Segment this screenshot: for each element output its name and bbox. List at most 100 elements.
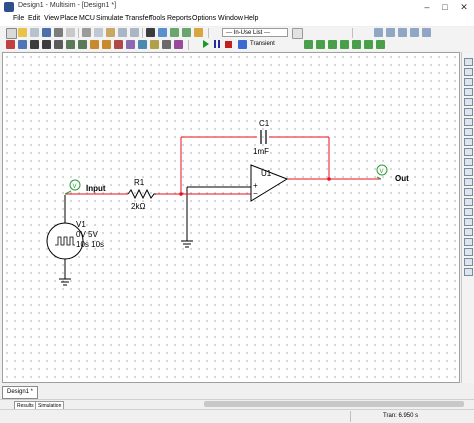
logic-analyzer-icon[interactable]	[464, 148, 473, 156]
close-icon[interactable]: ✕	[455, 1, 473, 13]
menu-window[interactable]: Window	[218, 15, 243, 22]
open-sample-icon[interactable]	[30, 28, 39, 37]
analysis-icon	[238, 40, 247, 49]
agilent-multimeter-icon[interactable]	[464, 208, 473, 216]
ni-elvis-icon[interactable]	[464, 248, 473, 256]
capacitor-c1[interactable]	[260, 130, 267, 144]
probe-power-icon[interactable]	[328, 40, 337, 49]
zoom-area-icon[interactable]	[194, 28, 203, 37]
schematic-drawing: C1 1mF R1 2kΩ U1 − + V1 0V 5V 10s 10s V …	[46, 119, 409, 286]
distortion-analyzer-icon[interactable]	[464, 168, 473, 176]
zoom-selection-icon[interactable]	[410, 28, 419, 37]
simulation-time: Tran: 6.950 s	[383, 413, 419, 419]
zoom-fit-icon[interactable]	[374, 28, 383, 37]
menu-tools[interactable]: Tools	[149, 15, 165, 22]
place-cmos-icon[interactable]	[78, 40, 87, 49]
place-indicator-icon[interactable]	[114, 40, 123, 49]
menu-place[interactable]: Place	[60, 15, 78, 22]
print-icon[interactable]	[54, 28, 63, 37]
simulation-toolbar: Transient	[0, 39, 474, 51]
wattmeter-icon[interactable]	[464, 78, 473, 86]
probe-settings-icon[interactable]	[376, 40, 385, 49]
four-channel-oscilloscope-icon[interactable]	[464, 98, 473, 106]
status-bar: Tran: 6.950 s	[0, 409, 474, 423]
tab-design1[interactable]: Design1 *	[2, 386, 39, 399]
frequency-counter-icon[interactable]	[464, 118, 473, 126]
paste-icon[interactable]	[106, 28, 115, 37]
probe-voltage-icon[interactable]	[304, 40, 313, 49]
place-mixed-icon[interactable]	[102, 40, 111, 49]
place-source-icon[interactable]	[6, 40, 15, 49]
schematic-canvas[interactable]: C1 1mF R1 2kΩ U1 − + V1 0V 5V 10s 10s V …	[2, 52, 460, 383]
capacitor-value: 1mF	[253, 147, 269, 156]
menu-transfer[interactable]: Transfer	[125, 15, 151, 22]
agilent-oscilloscope-icon[interactable]	[464, 218, 473, 226]
probe-reference-icon[interactable]	[352, 40, 361, 49]
copy-icon[interactable]	[94, 28, 103, 37]
place-diode-icon[interactable]	[30, 40, 39, 49]
network-analyzer-icon[interactable]	[464, 188, 473, 196]
agilent-generator-icon[interactable]	[464, 198, 473, 206]
probe-differential-icon[interactable]	[340, 40, 349, 49]
zoom-in-icon[interactable]	[170, 28, 179, 37]
place-transistor-icon[interactable]	[42, 40, 51, 49]
undo-icon[interactable]	[118, 28, 127, 37]
input-net-label: Input	[86, 184, 106, 193]
in-use-list-dropdown[interactable]: --- In-Use List ---	[222, 28, 288, 37]
function-generator-icon[interactable]	[464, 68, 473, 76]
logic-converter-icon[interactable]	[464, 138, 473, 146]
maximize-icon[interactable]: □	[436, 1, 454, 13]
run-icon[interactable]	[203, 40, 209, 48]
zoom-out-icon[interactable]	[182, 28, 191, 37]
place-mcu-icon[interactable]	[174, 40, 183, 49]
place-misc-icon[interactable]	[138, 40, 147, 49]
place-power-icon[interactable]	[126, 40, 135, 49]
multimeter-icon[interactable]	[464, 58, 473, 66]
open-icon[interactable]	[18, 28, 27, 37]
menu-reports[interactable]: Reports	[167, 15, 192, 22]
scrollbar-thumb[interactable]	[204, 401, 464, 407]
iv-analyzer-icon[interactable]	[464, 158, 473, 166]
parent-sheet-icon[interactable]	[158, 28, 167, 37]
place-basic-icon[interactable]	[18, 40, 27, 49]
menu-file[interactable]: File	[13, 15, 24, 22]
menu-help[interactable]: Help	[244, 15, 258, 22]
resistor-r1[interactable]	[127, 188, 156, 200]
probe-current-icon[interactable]	[316, 40, 325, 49]
analysis-selector[interactable]: Transient	[250, 41, 275, 47]
place-ttl-icon[interactable]	[66, 40, 75, 49]
labview-instrument-icon[interactable]	[464, 238, 473, 246]
probe-tool-icon[interactable]	[464, 268, 473, 276]
spectrum-analyzer-icon[interactable]	[464, 178, 473, 186]
redo-icon[interactable]	[130, 28, 139, 37]
menu-simulate[interactable]: Simulate	[96, 15, 123, 22]
new-icon[interactable]	[6, 28, 17, 39]
stop-icon[interactable]	[225, 41, 232, 48]
tektronix-oscilloscope-icon[interactable]	[464, 228, 473, 236]
menu-edit[interactable]: Edit	[28, 15, 40, 22]
cut-icon[interactable]	[82, 28, 91, 37]
save-icon[interactable]	[42, 28, 51, 37]
place-analog-icon[interactable]	[54, 40, 63, 49]
bode-plotter-icon[interactable]	[464, 108, 473, 116]
current-clamp-icon[interactable]	[464, 258, 473, 266]
zoom-in-view-icon[interactable]	[386, 28, 395, 37]
pause-icon[interactable]	[214, 40, 216, 48]
word-generator-icon[interactable]	[464, 128, 473, 136]
place-rf-icon[interactable]	[150, 40, 159, 49]
place-misc-digital-icon[interactable]	[90, 40, 99, 49]
place-electromechanical-icon[interactable]	[162, 40, 171, 49]
full-screen-icon[interactable]	[146, 28, 155, 37]
menu-mcu[interactable]: MCU	[79, 15, 95, 22]
probe-digital-icon[interactable]	[364, 40, 373, 49]
output-net-label: Out	[395, 174, 409, 183]
minimize-icon[interactable]: –	[418, 1, 436, 13]
source-value: 0V 5V	[76, 230, 98, 239]
menu-view[interactable]: View	[44, 15, 59, 22]
oscilloscope-icon[interactable]	[464, 88, 473, 96]
zoom-sheet-icon[interactable]	[422, 28, 431, 37]
menu-options[interactable]: Options	[192, 15, 216, 22]
print-preview-icon[interactable]	[66, 28, 75, 37]
zoom-out-view-icon[interactable]	[398, 28, 407, 37]
interactive-icon[interactable]	[292, 28, 303, 39]
